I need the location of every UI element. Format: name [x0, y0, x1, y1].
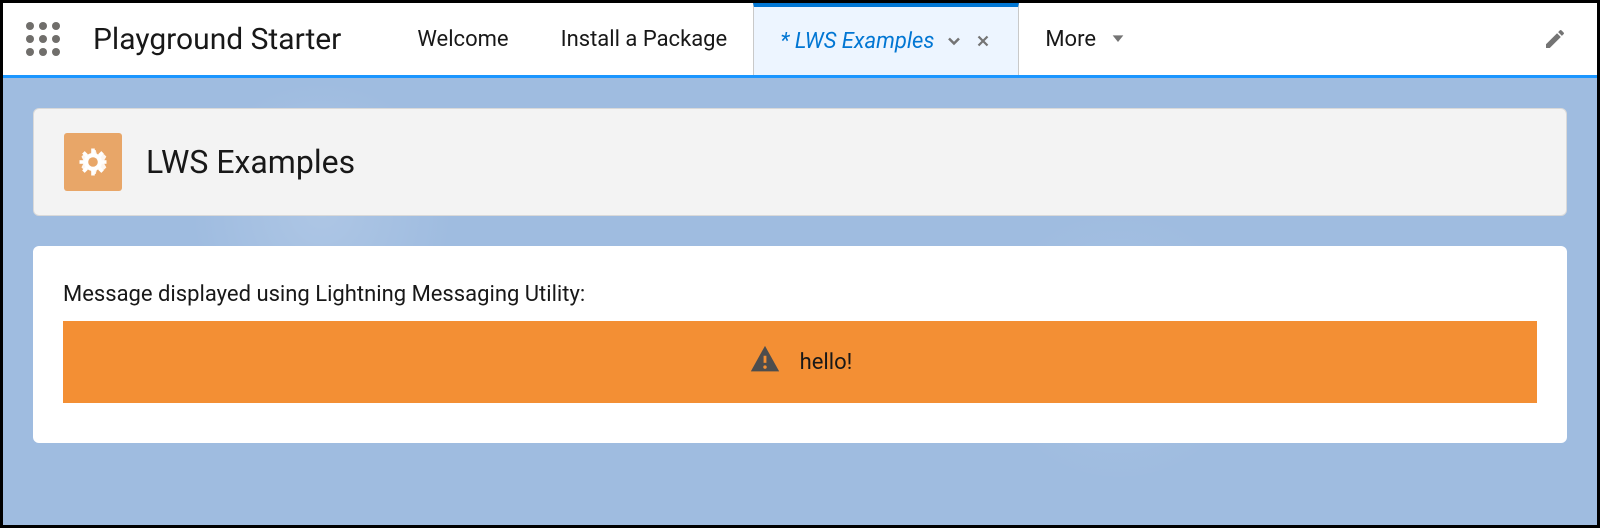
alert-banner: hello! [63, 321, 1537, 403]
more-label: More [1045, 27, 1096, 52]
triangle-down-icon [1110, 27, 1126, 52]
nav-tabs: Welcome Install a Package LWS Examples M… [391, 3, 1152, 75]
tab-install-package[interactable]: Install a Package [535, 3, 754, 75]
tab-welcome[interactable]: Welcome [391, 3, 534, 75]
app-launcher-icon[interactable] [21, 17, 65, 61]
app-name: Playground Starter [93, 22, 341, 57]
chevron-down-icon[interactable] [944, 31, 964, 51]
message-label: Message displayed using Lightning Messag… [63, 282, 1537, 307]
tab-label: LWS Examples [780, 29, 934, 54]
alert-text: hello! [800, 350, 853, 375]
tab-more[interactable]: More [1019, 3, 1152, 75]
warning-icon [748, 343, 782, 381]
tab-label: Welcome [417, 27, 508, 52]
tab-lws-examples[interactable]: LWS Examples [753, 3, 1019, 75]
page-header-card: LWS Examples [33, 108, 1567, 216]
page-title: LWS Examples [146, 143, 355, 181]
edit-button[interactable] [1543, 27, 1567, 51]
content-card: Message displayed using Lightning Messag… [33, 246, 1567, 443]
app-navbar: Playground Starter Welcome Install a Pac… [3, 3, 1597, 78]
tab-label: Install a Package [561, 27, 728, 52]
page-body: LWS Examples Message displayed using Lig… [3, 78, 1597, 525]
close-icon[interactable] [974, 32, 992, 50]
gear-icon [64, 133, 122, 191]
